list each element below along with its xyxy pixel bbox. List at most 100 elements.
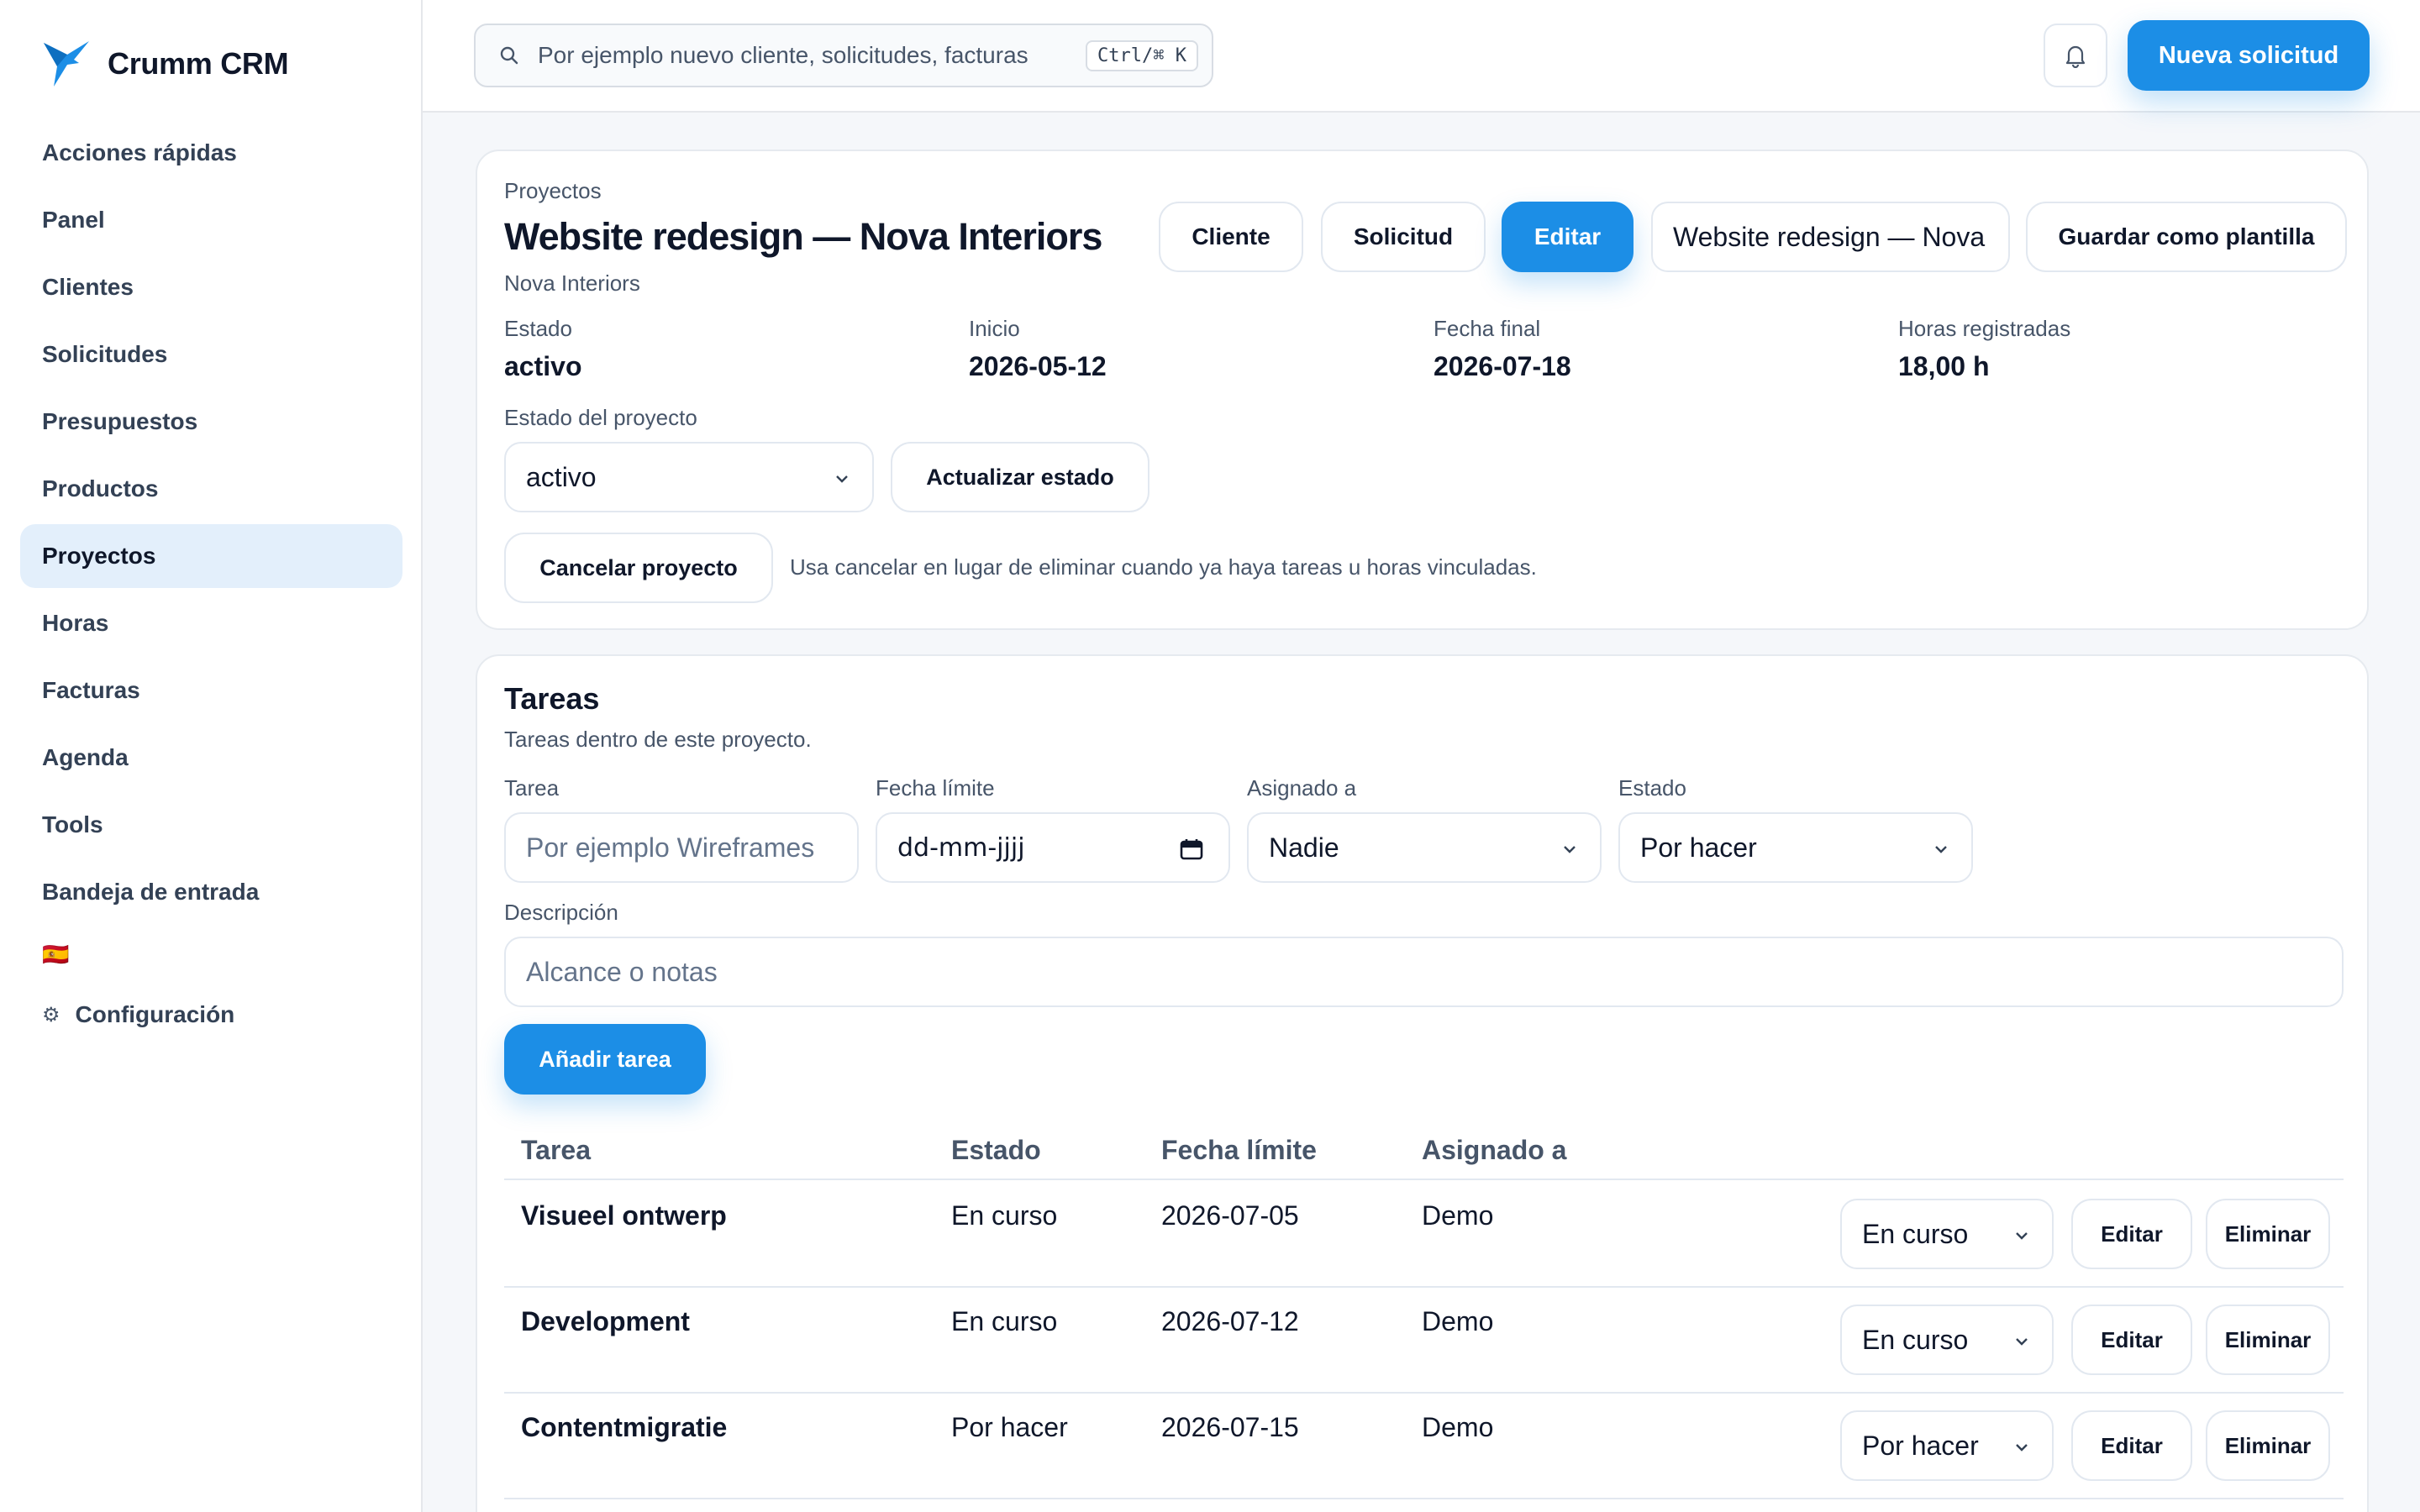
chevron-down-icon bbox=[1564, 846, 1576, 853]
task-status-cell: Por hacer bbox=[951, 1412, 1068, 1442]
template-name-field[interactable] bbox=[1673, 221, 1988, 253]
project-status-select-value: activo bbox=[526, 461, 597, 492]
project-status-label: Estado del proyecto bbox=[504, 405, 697, 430]
column-header-status: Estado bbox=[951, 1135, 1041, 1165]
add-task-button[interactable]: Añadir tarea bbox=[504, 1024, 706, 1095]
column-header-assigned: Asignado a bbox=[1422, 1135, 1567, 1165]
task-due-cell: 2026-07-12 bbox=[1161, 1306, 1299, 1336]
row-edit-button[interactable]: Editar bbox=[2071, 1305, 2192, 1375]
row-status-select[interactable]: En curso bbox=[1840, 1305, 2054, 1375]
due-date-label: Fecha límite bbox=[876, 775, 995, 801]
assigned-select[interactable]: Nadie bbox=[1247, 812, 1602, 883]
sidebar-item-solicitudes[interactable]: Solicitudes bbox=[20, 323, 402, 386]
table-row: Contentmigratie Por hacer 2026-07-15 Dem… bbox=[504, 1394, 2344, 1499]
update-status-button[interactable]: Actualizar estado bbox=[891, 442, 1150, 512]
breadcrumb[interactable]: Proyectos bbox=[504, 178, 602, 204]
row-delete-button[interactable]: Eliminar bbox=[2206, 1410, 2330, 1481]
task-status-cell: En curso bbox=[951, 1200, 1058, 1231]
task-due-cell: 2026-07-05 bbox=[1161, 1200, 1299, 1231]
sidebar-item-productos[interactable]: Productos bbox=[20, 457, 402, 521]
chevron-down-icon bbox=[2016, 1232, 2028, 1240]
sidebar-item-tools[interactable]: Tools bbox=[20, 793, 402, 857]
chevron-down-icon bbox=[836, 475, 848, 483]
description-label: Descripción bbox=[504, 900, 618, 925]
sidebar-item-agenda[interactable]: Agenda bbox=[20, 726, 402, 790]
settings-label: Configuración bbox=[75, 1001, 235, 1027]
task-name-cell: Development bbox=[521, 1306, 690, 1336]
task-due-cell: 2026-07-15 bbox=[1161, 1412, 1299, 1442]
due-date-input[interactable]: dd-mm-jjjj bbox=[876, 812, 1230, 883]
sidebar-item-horas[interactable]: Horas bbox=[20, 591, 402, 655]
assigned-label: Asignado a bbox=[1247, 775, 1357, 801]
sidebar-item-bandeja-de-entrada[interactable]: Bandeja de entrada bbox=[20, 860, 402, 924]
edit-project-button[interactable]: Editar bbox=[1502, 202, 1634, 272]
start-stat-label: Inicio bbox=[969, 316, 1020, 341]
task-name-cell: Contentmigratie bbox=[521, 1412, 728, 1442]
description-field[interactable] bbox=[526, 956, 2322, 988]
search-icon bbox=[500, 46, 518, 65]
row-status-select-value: En curso bbox=[1862, 1324, 1969, 1355]
table-row: Development En curso 2026-07-12 Demo En … bbox=[504, 1288, 2344, 1394]
row-edit-button[interactable]: Editar bbox=[2071, 1199, 2192, 1269]
task-name-input[interactable] bbox=[504, 812, 859, 883]
row-edit-button[interactable]: Editar bbox=[2071, 1410, 2192, 1481]
tasks-card: Tareas Tareas dentro de este proyecto. T… bbox=[476, 654, 2369, 1512]
template-name-input[interactable] bbox=[1651, 202, 2010, 272]
task-status-label: Estado bbox=[1618, 775, 1686, 801]
global-search[interactable]: Ctrl/⌘ K bbox=[474, 24, 1213, 87]
sidebar-nav: Acciones rápidas Panel Clientes Solicitu… bbox=[20, 121, 402, 1048]
row-status-select[interactable]: En curso bbox=[1840, 1199, 2054, 1269]
gear-icon: ⚙ bbox=[42, 1003, 60, 1026]
row-delete-button[interactable]: Eliminar bbox=[2206, 1305, 2330, 1375]
hours-stat-label: Horas registradas bbox=[1898, 316, 2071, 341]
sidebar: Crumm CRM Acciones rápidas Panel Cliente… bbox=[0, 0, 423, 1512]
tasks-title: Tareas bbox=[504, 681, 600, 716]
due-date-placeholder: dd-mm-jjjj bbox=[897, 832, 1025, 863]
status-stat-value: activo bbox=[504, 351, 582, 381]
page-title: Website redesign — Nova Interiors bbox=[504, 215, 1102, 258]
app-name: Crumm CRM bbox=[108, 46, 289, 81]
row-delete-button[interactable]: Eliminar bbox=[2206, 1199, 2330, 1269]
brand[interactable]: Crumm CRM bbox=[42, 37, 289, 91]
bell-icon bbox=[2065, 45, 2086, 68]
assigned-select-value: Nadie bbox=[1269, 832, 1339, 863]
chevron-down-icon bbox=[2016, 1338, 2028, 1346]
sidebar-item-presupuestos[interactable]: Presupuestos bbox=[20, 390, 402, 454]
row-status-select-value: En curso bbox=[1862, 1218, 1969, 1249]
project-client-name: Nova Interiors bbox=[504, 270, 640, 296]
description-input[interactable] bbox=[504, 937, 2344, 1007]
task-status-select[interactable]: Por hacer bbox=[1618, 812, 1973, 883]
search-input[interactable] bbox=[538, 42, 1076, 69]
sidebar-item-facturas[interactable]: Facturas bbox=[20, 659, 402, 722]
end-stat-label: Fecha final bbox=[1434, 316, 1541, 341]
request-button[interactable]: Solicitud bbox=[1321, 202, 1486, 272]
sidebar-item-panel[interactable]: Panel bbox=[20, 188, 402, 252]
sidebar-item-clientes[interactable]: Clientes bbox=[20, 255, 402, 319]
language-flag-icon[interactable]: 🇪🇸 bbox=[20, 927, 402, 981]
save-as-template-button[interactable]: Guardar como plantilla bbox=[2026, 202, 2347, 272]
task-name-label: Tarea bbox=[504, 775, 560, 801]
project-status-select[interactable]: activo bbox=[504, 442, 874, 512]
client-button[interactable]: Cliente bbox=[1159, 202, 1303, 272]
task-assigned-cell: Demo bbox=[1422, 1200, 1494, 1231]
sidebar-item-configuracion[interactable]: ⚙ Configuración bbox=[20, 981, 402, 1048]
chevron-down-icon bbox=[2016, 1444, 2028, 1452]
task-assigned-cell: Demo bbox=[1422, 1306, 1494, 1336]
new-request-button[interactable]: Nueva solicitud bbox=[2128, 20, 2370, 91]
calendar-icon[interactable] bbox=[1180, 837, 1203, 861]
status-stat-label: Estado bbox=[504, 316, 572, 341]
task-name-cell: Visueel ontwerp bbox=[521, 1200, 727, 1231]
table-row: Visueel ontwerp En curso 2026-07-05 Demo… bbox=[504, 1182, 2344, 1288]
row-status-select[interactable]: Por hacer bbox=[1840, 1410, 2054, 1481]
project-card: Proyectos Website redesign — Nova Interi… bbox=[476, 150, 2369, 630]
sidebar-item-acciones-rapidas[interactable]: Acciones rápidas bbox=[20, 121, 402, 185]
sidebar-item-proyectos[interactable]: Proyectos bbox=[20, 524, 402, 588]
notifications-button[interactable] bbox=[2044, 24, 2107, 87]
cancel-project-button[interactable]: Cancelar proyecto bbox=[504, 533, 773, 603]
hours-stat-value: 18,00 h bbox=[1898, 351, 1990, 381]
column-header-task: Tarea bbox=[521, 1135, 592, 1165]
task-status-cell: En curso bbox=[951, 1306, 1058, 1336]
task-assigned-cell: Demo bbox=[1422, 1412, 1494, 1442]
start-stat-value: 2026-05-12 bbox=[969, 351, 1107, 381]
task-name-field[interactable] bbox=[526, 832, 837, 864]
